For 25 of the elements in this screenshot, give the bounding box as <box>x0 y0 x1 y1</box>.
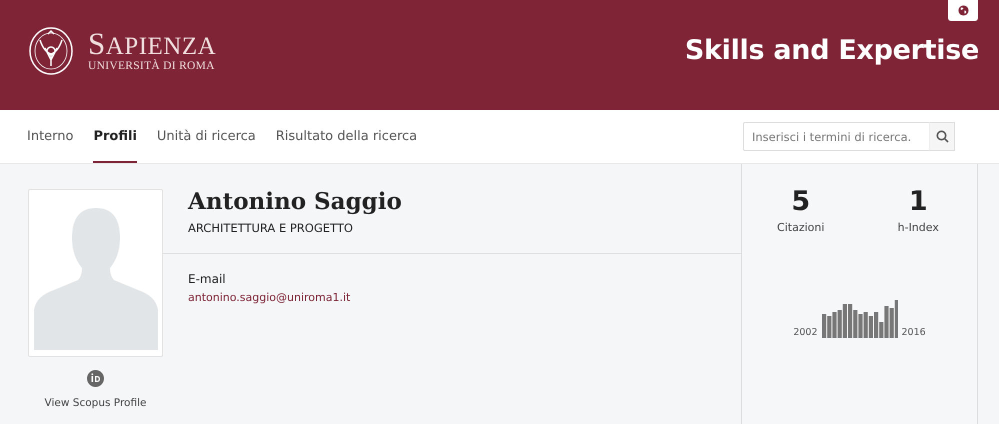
nav-tab[interactable]: Unità di ricerca <box>156 110 256 163</box>
metric-value: 5 <box>791 186 810 217</box>
site-title: Skills and Expertise <box>684 35 979 66</box>
email-link[interactable]: antonino.saggio@uniroma1.it <box>188 291 741 304</box>
globe-icon <box>958 5 968 16</box>
search-field[interactable]: Inserisci i termini di ricerca. <box>743 122 929 151</box>
nav-tab[interactable]: Risultato della ricerca <box>276 110 418 163</box>
university-name: SAPIENZA <box>88 30 216 60</box>
nav-tab[interactable]: Interno <box>27 110 74 163</box>
year-label: 2002 <box>793 327 818 338</box>
university-subtitle: UNIVERSITÀ DI ROMA <box>88 60 216 72</box>
department-name: ARCHITETTURA E PROGETTO <box>188 221 354 235</box>
search-icon <box>936 130 948 143</box>
year-label: 2016 <box>902 327 926 338</box>
search-button[interactable] <box>929 122 955 151</box>
seal-logo-icon <box>28 26 74 76</box>
id-badge-icon <box>87 370 104 387</box>
person-name: Antonino Saggio <box>188 188 403 215</box>
email-label: E-mail <box>188 272 227 286</box>
nav-tab[interactable]: Profili <box>93 110 137 163</box>
metric-label: Citazioni <box>777 221 824 234</box>
metric-value: 1 <box>908 186 928 217</box>
metric-label: h-Index <box>898 221 939 234</box>
language-button[interactable] <box>948 0 978 21</box>
scopus-profile-link[interactable]: View Scopus Profile <box>44 397 146 409</box>
